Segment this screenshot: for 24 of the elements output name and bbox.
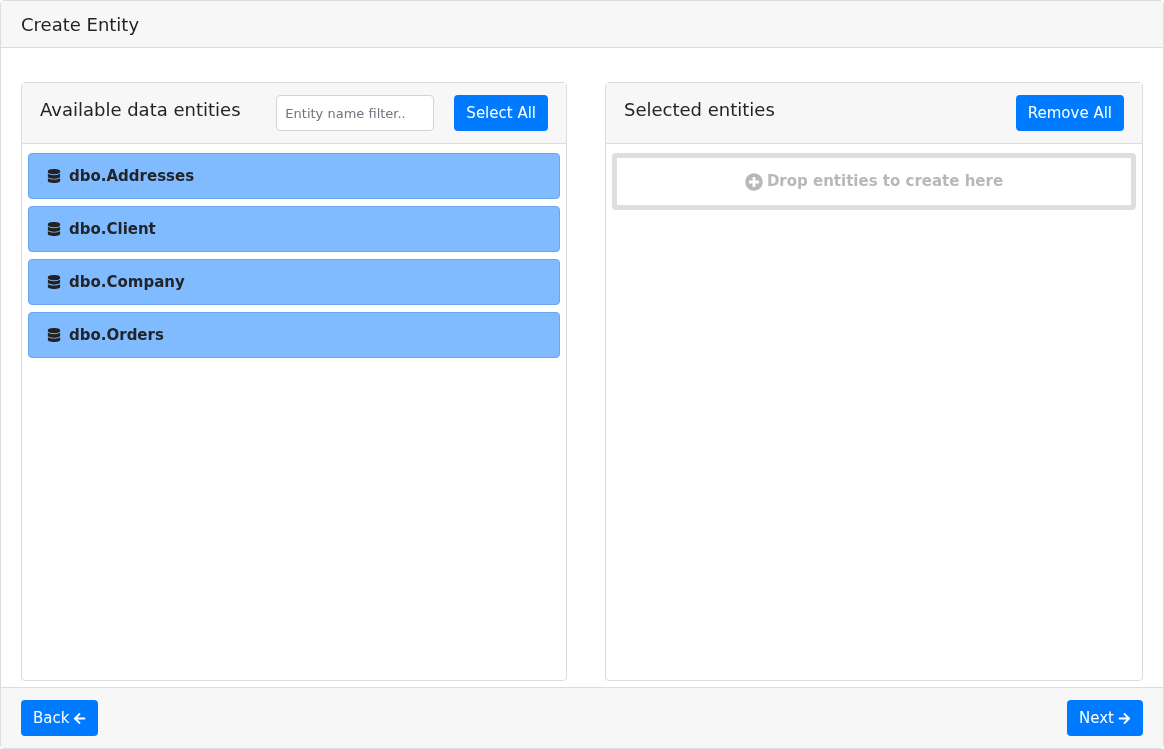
plus-icon bbox=[744, 172, 763, 191]
window-title: Create Entity bbox=[21, 12, 140, 37]
entity-label: dbo.Addresses bbox=[69, 165, 195, 187]
entity-label: dbo.Client bbox=[69, 218, 156, 240]
entity-label: dbo.Company bbox=[69, 271, 185, 293]
database-icon bbox=[47, 169, 61, 183]
back-button[interactable]: Back bbox=[21, 700, 99, 736]
database-icon bbox=[47, 275, 61, 289]
arrow-left-icon bbox=[73, 711, 87, 725]
remove-all-button[interactable]: Remove All bbox=[1015, 95, 1124, 131]
entity-label: dbo.Orders bbox=[69, 324, 164, 346]
entity-item[interactable]: dbo.Company bbox=[28, 259, 560, 305]
select-all-button[interactable]: Select All bbox=[454, 95, 548, 131]
entity-item[interactable]: dbo.Addresses bbox=[28, 153, 560, 199]
database-icon bbox=[47, 222, 61, 236]
database-icon bbox=[47, 328, 61, 342]
next-button[interactable]: Next bbox=[1067, 700, 1143, 736]
entity-item[interactable]: dbo.Client bbox=[28, 206, 560, 252]
entity-item[interactable]: dbo.Orders bbox=[28, 312, 560, 358]
filter-field[interactable]: Entity name filter.. bbox=[276, 95, 435, 131]
drop-hint: Drop entities to create here bbox=[766, 171, 1004, 193]
panel-title: Selected entities bbox=[624, 97, 776, 122]
arrow-right-icon bbox=[1118, 711, 1131, 725]
panel-title: Available data entities bbox=[40, 97, 242, 122]
